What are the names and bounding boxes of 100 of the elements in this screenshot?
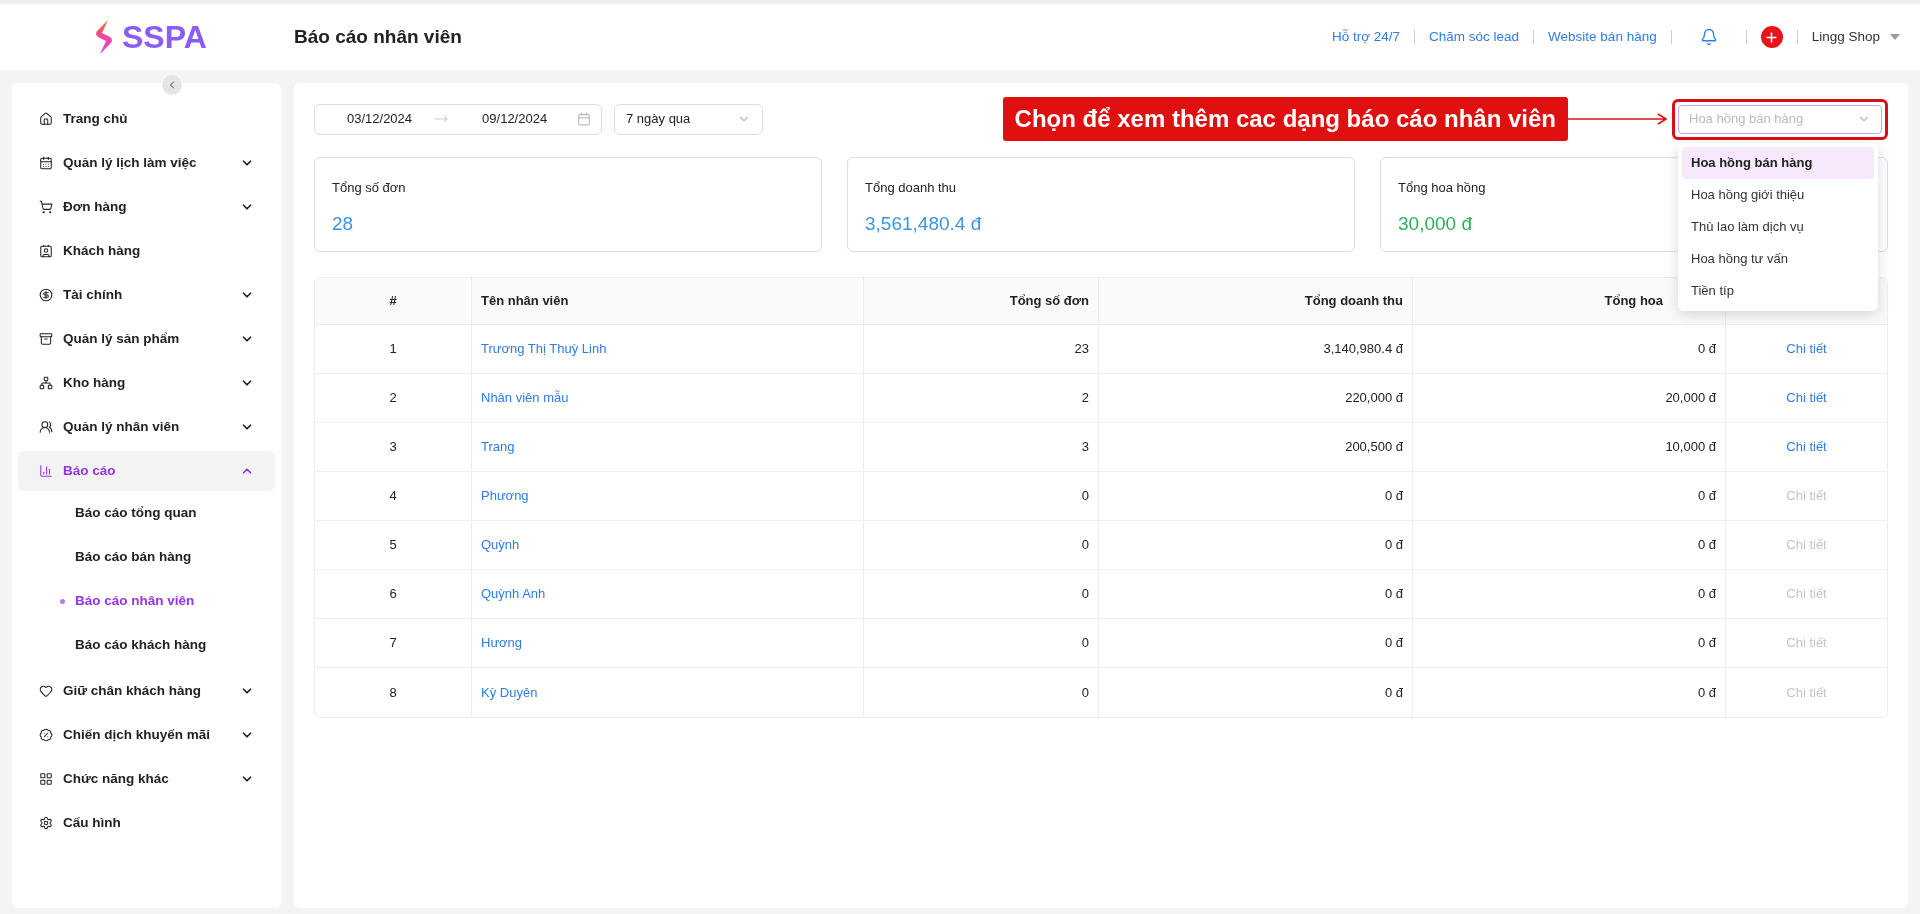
table-cell-text: 0 [1081, 487, 1089, 506]
home-icon [39, 112, 53, 126]
table-cell-text: 0 đ [1697, 536, 1716, 555]
logo-icon [94, 20, 114, 54]
add-button[interactable] [1760, 26, 1783, 48]
header-link[interactable]: Website bán hàng [1548, 26, 1657, 48]
sidebar-item[interactable]: Kho hàng [18, 363, 275, 403]
header-link[interactable]: Hỗ trợ 24/7 [1331, 26, 1401, 48]
table-cell-text: 0 đ [1697, 340, 1716, 359]
heart-icon [39, 684, 53, 698]
table-cell-text: 3 [389, 438, 397, 457]
table-cell-text: 0 đ [1384, 536, 1403, 555]
column-header: Tổng số đơn [1009, 292, 1089, 311]
stat-label: Tổng số đơn [332, 179, 406, 197]
table-cell-text: 23 [1074, 340, 1089, 359]
table-cell-text: 0 [1081, 585, 1089, 604]
table-cell-text: 0 đ [1697, 683, 1716, 702]
sidebar-item[interactable]: Tài chính [18, 275, 275, 315]
dropdown-option[interactable]: Hoa hồng giới thiệu [1682, 178, 1874, 211]
header-link[interactable]: Chăm sóc lead [1429, 26, 1520, 48]
table-cell-text: 1 [389, 340, 397, 359]
calendar-icon [577, 112, 591, 126]
contact-card-icon [39, 244, 53, 258]
sidebar-item[interactable]: Khách hàng [18, 231, 275, 271]
detail-link[interactable]: Chi tiết [1786, 388, 1827, 408]
dollar-icon [39, 288, 53, 302]
table-cell-text: 0 đ [1384, 585, 1403, 604]
sidebar-item[interactable]: Chức năng khác [18, 759, 275, 799]
table-cell-text: 2 [389, 389, 397, 408]
sidebar-item[interactable]: Chiến dịch khuyến mãi [18, 715, 275, 755]
percent-badge-icon [39, 728, 53, 742]
sidebar-item[interactable]: Giữ chân khách hàng [18, 671, 275, 711]
table-cell-text: 200,500 đ [1345, 438, 1403, 457]
plus-icon [1764, 29, 1780, 45]
dropdown-option[interactable]: Hoa hồng bán hàng [1682, 146, 1874, 179]
table-cell-text: 0 [1081, 683, 1089, 702]
chart-icon [39, 464, 53, 478]
dropdown-option[interactable]: Tiền típ [1682, 274, 1874, 307]
stat-label: Tổng doanh thu [865, 179, 957, 197]
table-cell-text: 220,000 đ [1345, 389, 1403, 408]
column-header: Tên nhân viên [481, 292, 569, 311]
caret-icon [1890, 34, 1900, 40]
sidebar-item[interactable]: Báo cáo [18, 451, 275, 491]
sidebar-item[interactable]: Quản lý nhân viên [18, 407, 275, 447]
sidebar-item[interactable]: Quản lý sản phẩm [18, 319, 275, 359]
table-cell-text: 3,140,980.4 đ [1323, 340, 1403, 359]
table-cell-text: 0 đ [1697, 585, 1716, 604]
employee-link[interactable]: Nhân viên mẫu [481, 388, 569, 408]
stat-value: 28 [332, 211, 354, 236]
dropdown-option[interactable]: Thù lao làm dịch vụ [1682, 210, 1874, 243]
table-cell-text: 7 [389, 634, 397, 653]
grid-icon [39, 772, 53, 786]
table-cell-text: 6 [389, 585, 397, 604]
users-icon [39, 420, 53, 434]
table-cell-text: 2 [1081, 389, 1089, 408]
table-cell-text: 5 [389, 536, 397, 555]
table-cell-text: 0 đ [1384, 487, 1403, 506]
table-cell-text: 0 đ [1384, 634, 1403, 653]
table-cell-text: 0 đ [1697, 487, 1716, 506]
table-cell-text: 3 [1081, 438, 1089, 457]
table-cell-text: 0 [1081, 634, 1089, 653]
submenu-item[interactable]: Báo cáo khách hàng [12, 623, 281, 667]
table-cell-text: 8 [389, 683, 397, 702]
brand-name: SSPA [122, 18, 207, 57]
collapse-button[interactable] [162, 75, 182, 95]
range-select[interactable]: 7 ngày qua [614, 103, 763, 135]
sidebar-item[interactable]: Cấu hình [18, 803, 275, 843]
column-header: Tổng hoa [1604, 292, 1663, 311]
submenu-item[interactable]: Báo cáo nhân viên [12, 579, 281, 623]
sidebar-item[interactable]: Đơn hàng [18, 187, 275, 227]
column-header: # [389, 292, 397, 311]
account-menu[interactable]: Lingg Shop [1811, 26, 1900, 48]
submenu-item[interactable]: Báo cáo tổng quan [12, 491, 281, 535]
calendar-icon [39, 156, 53, 170]
employee-link[interactable]: Trang [481, 437, 515, 457]
dropdown-option[interactable]: Hoa hồng tư vấn [1682, 242, 1874, 275]
table-cell-text: 0 đ [1697, 634, 1716, 653]
cart-icon [39, 200, 53, 214]
table-cell-text: 0 [1081, 536, 1089, 555]
employee-link[interactable]: Trương Thị Thuỳ Linh [481, 339, 607, 359]
notification-icon[interactable] [1699, 28, 1718, 46]
sidebar-item[interactable]: Quản lý lịch làm việc [18, 143, 275, 183]
submenu-item[interactable]: Báo cáo bán hàng [12, 535, 281, 579]
detail-link[interactable]: Chi tiết [1786, 437, 1827, 457]
stat-value: 30,000 đ [1398, 211, 1472, 236]
sidebar-item[interactable]: Trang chủ [18, 99, 275, 139]
table-cell-text: 10,000 đ [1665, 438, 1716, 457]
bullet-icon [60, 598, 65, 604]
table-cell-text: 4 [389, 487, 397, 506]
annotation-label: Chọn để xem thêm cac dạng báo cáo nhân viên [1002, 97, 1568, 141]
page-title: Báo cáo nhân viên [294, 24, 462, 49]
stat-value: 3,561,480.4 đ [865, 211, 982, 236]
date-range-picker[interactable]: 03/12/2024 09/12/2024 [314, 103, 602, 135]
column-header: Tổng doanh thu [1304, 292, 1403, 311]
detail-link[interactable]: Chi tiết [1786, 339, 1827, 359]
table-cell-text: 0 đ [1384, 683, 1403, 702]
box-icon [39, 332, 53, 346]
start-date: 03/12/2024 [347, 110, 413, 129]
settings-icon [39, 816, 53, 830]
end-date: 09/12/2024 [482, 110, 548, 129]
